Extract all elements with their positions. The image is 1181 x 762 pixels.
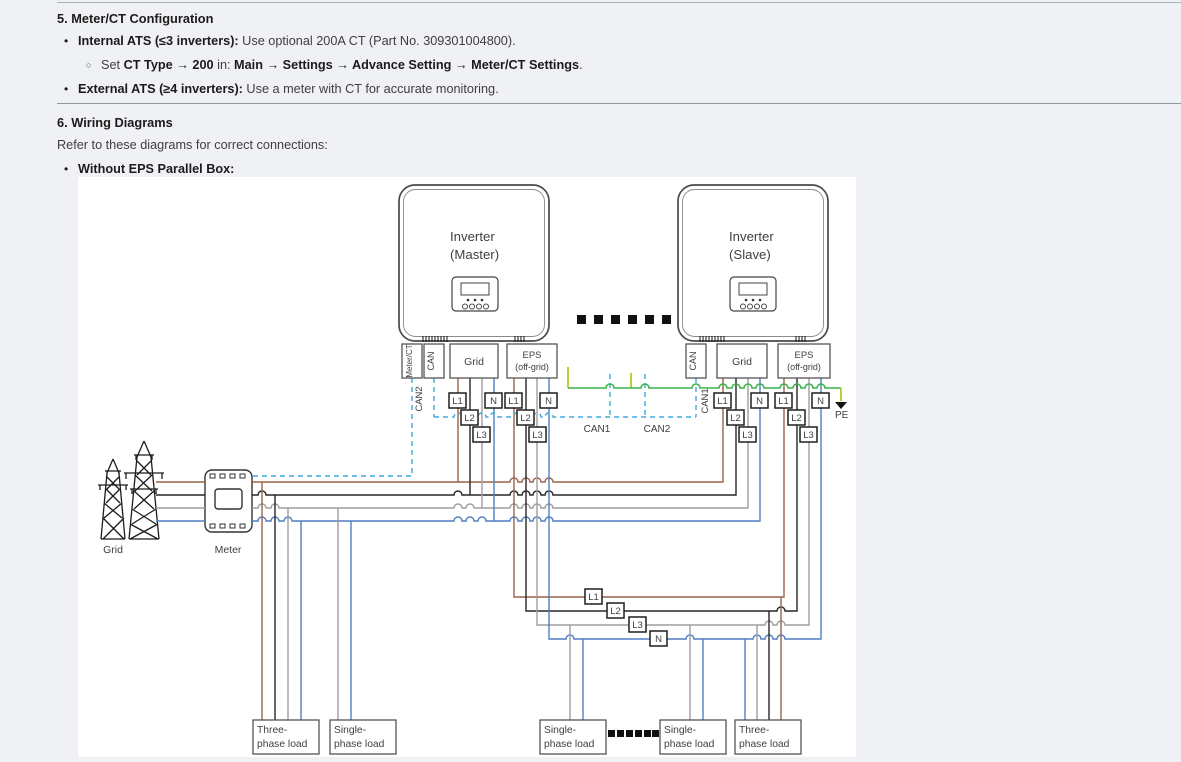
bullet-without-eps: Without EPS Parallel Box:: [78, 162, 234, 176]
sub-bullet-ct-type: Set CT Type → 200 in: Main → Settings → …: [101, 58, 583, 72]
can2-vertical-label: CAN2: [414, 386, 425, 411]
load-box-label: phase load: [739, 739, 790, 750]
port-eps-sub: (off-grid): [515, 362, 549, 372]
grid-caption: Grid: [103, 544, 123, 556]
terminal-label: L3: [476, 430, 487, 441]
sub-bullet-marker: ○: [86, 60, 91, 70]
load-box-label: phase load: [664, 739, 715, 750]
port-grid: Grid: [732, 356, 752, 368]
terminal-label: L3: [532, 430, 543, 441]
terminal-labels: L1 L2 L3 N L1 L2 L3 N L1 L2 L3 N L1 L2 L…: [449, 393, 829, 646]
port-meter-ct: Meter/CT: [405, 344, 414, 377]
bus-label: L3: [632, 620, 643, 631]
section6-heading: 6. Wiring Diagrams: [57, 115, 173, 130]
more-loads-ellipsis: [608, 730, 659, 737]
bus-label: L2: [610, 606, 621, 617]
terminal-label: L1: [778, 396, 789, 407]
load-box-label: phase load: [544, 739, 595, 750]
bullet-without-eps-bold: Without EPS Parallel Box:: [78, 162, 234, 176]
inverter-master-sublabel: (Master): [450, 247, 499, 262]
bullet-internal-ats: Internal ATS (≤3 inverters): Use optiona…: [78, 34, 516, 48]
load-drop-wires: [262, 482, 781, 720]
wiring-diagram-image: Grid Meter: [78, 177, 856, 757]
can2-bus-label: CAN2: [644, 424, 671, 435]
can1-bus-label: CAN1: [584, 424, 611, 435]
can1-vertical-label: CAN1: [700, 388, 711, 413]
meter-caption: Meter: [215, 544, 242, 556]
bus-label: N: [655, 634, 662, 645]
terminal-label: N: [817, 396, 824, 407]
sub-mid: in:: [214, 58, 234, 72]
more-inverters-ellipsis: [577, 315, 671, 324]
terminal-label: L1: [452, 396, 463, 407]
load-box-label: phase load: [334, 739, 385, 750]
grid-towers-icon: [98, 441, 164, 539]
terminal-label: L2: [520, 413, 531, 424]
master-ports: Meter/CT CAN Grid EPS (off-grid): [402, 344, 557, 378]
port-eps: EPS: [794, 350, 813, 361]
load-boxes: Three-phase load Single-phase load Singl…: [253, 720, 801, 754]
terminal-label: N: [490, 396, 497, 407]
top-divider: [57, 2, 1181, 3]
bullet-external-ats: External ATS (≥4 inverters): Use a meter…: [78, 82, 499, 96]
terminal-label: L2: [730, 413, 741, 424]
terminal-label: L1: [508, 396, 519, 407]
meter-box: [205, 470, 252, 532]
sub-bold-ct: CT Type → 200: [124, 58, 214, 72]
port-eps-sub: (off-grid): [787, 362, 821, 372]
inverter-slave-sublabel: (Slave): [729, 247, 771, 262]
display-panel-icon: [730, 277, 776, 311]
port-can: CAN: [688, 351, 698, 370]
port-eps: EPS: [522, 350, 541, 361]
bullet-marker: •: [64, 82, 68, 96]
load-box-label: phase load: [257, 739, 308, 750]
bullet-external-ats-text: Use a meter with CT for accurate monitor…: [243, 82, 499, 96]
bullet-internal-ats-text: Use optional 200A CT (Part No. 309301004…: [239, 34, 516, 48]
bus-label: L1: [588, 592, 599, 603]
section-divider: [57, 103, 1181, 104]
terminal-label: L2: [464, 413, 475, 424]
pe-label: PE: [835, 410, 849, 421]
terminal-label: N: [545, 396, 552, 407]
slave-ports: CAN Grid EPS (off-grid): [686, 344, 830, 378]
bullet-marker: •: [64, 34, 68, 48]
load-box-label: Single-: [334, 725, 366, 736]
terminal-label: L2: [791, 413, 802, 424]
terminal-label: L1: [717, 396, 728, 407]
section6-intro: Refer to these diagrams for correct conn…: [57, 138, 328, 152]
bullet-external-ats-bold: External ATS (≥4 inverters):: [78, 82, 243, 96]
terminal-label: N: [756, 396, 763, 407]
inverter-master: Inverter (Master): [399, 185, 549, 342]
load-box-label: Three-: [739, 725, 769, 736]
wiring-diagram-svg: Grid Meter: [78, 177, 856, 757]
load-box-label: Single-: [664, 725, 696, 736]
terminal-label: L3: [742, 430, 753, 441]
inverter-slave: Inverter (Slave): [678, 185, 828, 342]
load-box-label: Three-: [257, 725, 287, 736]
ground-arrow-icon: [835, 402, 847, 409]
display-panel-icon: [452, 277, 498, 311]
sub-bold-path: Main → Settings → Advance Setting → Mete…: [234, 58, 579, 72]
inverter-master-label: Inverter: [450, 229, 495, 244]
bullet-internal-ats-bold: Internal ATS (≤3 inverters):: [78, 34, 239, 48]
sub-post: .: [579, 58, 583, 72]
section5-heading: 5. Meter/CT Configuration: [57, 11, 213, 26]
port-grid: Grid: [464, 356, 484, 368]
sub-pre: Set: [101, 58, 124, 72]
inverter-slave-label: Inverter: [729, 229, 774, 244]
bullet-marker: •: [64, 162, 68, 176]
port-can: CAN: [426, 351, 436, 370]
terminal-label: L3: [803, 430, 814, 441]
load-box-label: Single-: [544, 725, 576, 736]
